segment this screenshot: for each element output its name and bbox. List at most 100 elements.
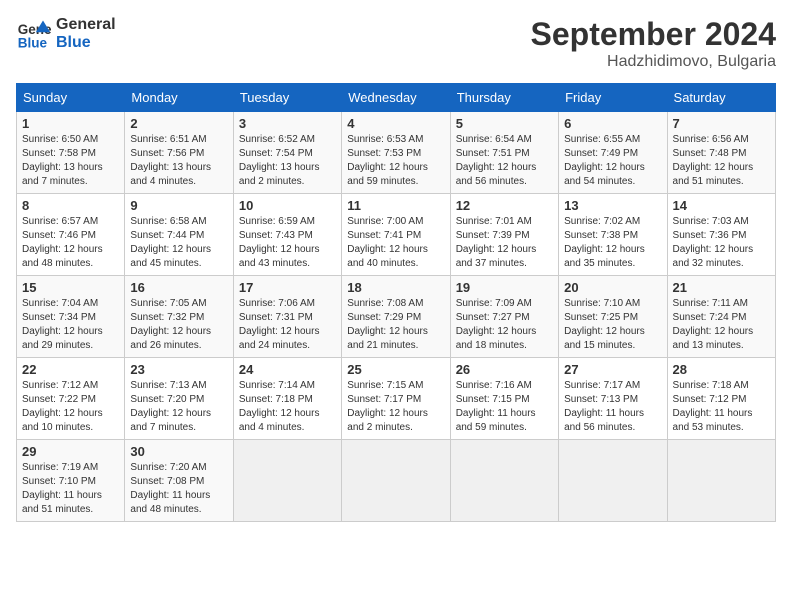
calendar-cell: 19 Sunrise: 7:09 AM Sunset: 7:27 PM Dayli…: [450, 276, 558, 358]
day-info: Sunrise: 7:06 AM Sunset: 7:31 PM Dayligh…: [239, 297, 336, 353]
day-number: 10: [239, 198, 336, 213]
day-number: 21: [673, 280, 770, 295]
day-info: Sunrise: 6:53 AM Sunset: 7:53 PM Dayligh…: [347, 133, 444, 189]
header-wednesday: Wednesday: [342, 84, 450, 112]
calendar-cell: 21 Sunrise: 7:11 AM Sunset: 7:24 PM Dayli…: [667, 276, 775, 358]
day-number: 9: [130, 198, 227, 213]
calendar-cell: 12 Sunrise: 7:01 AM Sunset: 7:39 PM Dayli…: [450, 194, 558, 276]
calendar-week-1: 1 Sunrise: 6:50 AM Sunset: 7:58 PM Daylig…: [17, 112, 776, 194]
header-saturday: Saturday: [667, 84, 775, 112]
calendar-cell: 5Sunrise: 6:54 AM Sunset: 7:51 PM Daylig…: [450, 112, 558, 194]
calendar-cell: 7Sunrise: 6:56 AM Sunset: 7:48 PM Daylig…: [667, 112, 775, 194]
header-sunday: Sunday: [17, 84, 125, 112]
logo-general: General: [56, 16, 116, 34]
day-info: Sunrise: 7:08 AM Sunset: 7:29 PM Dayligh…: [347, 297, 444, 353]
month-title: September 2024: [531, 16, 776, 53]
day-number: 13: [564, 198, 661, 213]
calendar-cell: 15Sunrise: 7:04 AM Sunset: 7:34 PM Dayli…: [17, 276, 125, 358]
day-number: 3: [239, 116, 336, 131]
day-info: Sunrise: 7:09 AM Sunset: 7:27 PM Dayligh…: [456, 297, 553, 353]
calendar-cell: 2 Sunrise: 6:51 AM Sunset: 7:56 PM Daylig…: [125, 112, 233, 194]
title-block: September 2024 Hadzhidimovo, Bulgaria: [531, 16, 776, 71]
calendar-cell: 24 Sunrise: 7:14 AM Sunset: 7:18 PM Dayli…: [233, 358, 341, 440]
day-info: Sunrise: 6:50 AM Sunset: 7:58 PM Dayligh…: [22, 133, 119, 189]
day-number: 18: [347, 280, 444, 295]
calendar-week-4: 22 Sunrise: 7:12 AM Sunset: 7:22 PM Dayli…: [17, 358, 776, 440]
day-info: Sunrise: 7:02 AM Sunset: 7:38 PM Dayligh…: [564, 215, 661, 271]
day-number: 22: [22, 362, 119, 377]
calendar-cell: 28 Sunrise: 7:18 AM Sunset: 7:12 PM Dayli…: [667, 358, 775, 440]
calendar-cell: 18 Sunrise: 7:08 AM Sunset: 7:29 PM Dayli…: [342, 276, 450, 358]
calendar-cell: [342, 440, 450, 522]
day-info: Sunrise: 7:05 AM Sunset: 7:32 PM Dayligh…: [130, 297, 227, 353]
calendar-cell: 4 Sunrise: 6:53 AM Sunset: 7:53 PM Daylig…: [342, 112, 450, 194]
page-header: General Blue General Blue September 2024…: [16, 16, 776, 71]
calendar-cell: [559, 440, 667, 522]
calendar-cell: 9 Sunrise: 6:58 AM Sunset: 7:44 PM Daylig…: [125, 194, 233, 276]
day-number: 17: [239, 280, 336, 295]
calendar-cell: 14Sunrise: 7:03 AM Sunset: 7:36 PM Dayli…: [667, 194, 775, 276]
calendar-cell: 10 Sunrise: 6:59 AM Sunset: 7:43 PM Dayli…: [233, 194, 341, 276]
day-info: Sunrise: 6:51 AM Sunset: 7:56 PM Dayligh…: [130, 133, 227, 189]
header-tuesday: Tuesday: [233, 84, 341, 112]
day-number: 16: [130, 280, 227, 295]
day-info: Sunrise: 7:15 AM Sunset: 7:17 PM Dayligh…: [347, 379, 444, 435]
logo: General Blue General Blue: [16, 16, 116, 52]
day-number: 1: [22, 116, 119, 131]
day-info: Sunrise: 6:56 AM Sunset: 7:48 PM Dayligh…: [673, 133, 770, 189]
calendar-cell: 27 Sunrise: 7:17 AM Sunset: 7:13 PM Dayli…: [559, 358, 667, 440]
logo-icon: General Blue: [16, 16, 52, 52]
day-info: Sunrise: 7:18 AM Sunset: 7:12 PM Dayligh…: [673, 379, 770, 435]
calendar-cell: 30Sunrise: 7:20 AM Sunset: 7:08 PM Dayli…: [125, 440, 233, 522]
day-number: 28: [673, 362, 770, 377]
calendar-cell: 13 Sunrise: 7:02 AM Sunset: 7:38 PM Dayli…: [559, 194, 667, 276]
calendar-cell: 29 Sunrise: 7:19 AM Sunset: 7:10 PM Dayli…: [17, 440, 125, 522]
svg-text:Blue: Blue: [18, 36, 48, 51]
day-info: Sunrise: 7:10 AM Sunset: 7:25 PM Dayligh…: [564, 297, 661, 353]
day-number: 12: [456, 198, 553, 213]
day-info: Sunrise: 7:01 AM Sunset: 7:39 PM Dayligh…: [456, 215, 553, 271]
calendar-week-3: 15Sunrise: 7:04 AM Sunset: 7:34 PM Dayli…: [17, 276, 776, 358]
calendar-cell: 6Sunrise: 6:55 AM Sunset: 7:49 PM Daylig…: [559, 112, 667, 194]
day-info: Sunrise: 7:14 AM Sunset: 7:18 PM Dayligh…: [239, 379, 336, 435]
day-number: 29: [22, 444, 119, 459]
calendar-cell: [450, 440, 558, 522]
day-number: 2: [130, 116, 227, 131]
day-number: 27: [564, 362, 661, 377]
calendar-cell: 26 Sunrise: 7:16 AM Sunset: 7:15 PM Dayli…: [450, 358, 558, 440]
day-info: Sunrise: 6:54 AM Sunset: 7:51 PM Dayligh…: [456, 133, 553, 189]
day-info: Sunrise: 6:52 AM Sunset: 7:54 PM Dayligh…: [239, 133, 336, 189]
calendar-cell: [667, 440, 775, 522]
day-info: Sunrise: 6:55 AM Sunset: 7:49 PM Dayligh…: [564, 133, 661, 189]
calendar-cell: 3 Sunrise: 6:52 AM Sunset: 7:54 PM Daylig…: [233, 112, 341, 194]
calendar-table: SundayMondayTuesdayWednesdayThursdayFrid…: [16, 83, 776, 522]
calendar-cell: 22 Sunrise: 7:12 AM Sunset: 7:22 PM Dayli…: [17, 358, 125, 440]
header-friday: Friday: [559, 84, 667, 112]
header-thursday: Thursday: [450, 84, 558, 112]
calendar-cell: 16 Sunrise: 7:05 AM Sunset: 7:32 PM Dayli…: [125, 276, 233, 358]
calendar-cell: 17 Sunrise: 7:06 AM Sunset: 7:31 PM Dayli…: [233, 276, 341, 358]
calendar-cell: 25 Sunrise: 7:15 AM Sunset: 7:17 PM Dayli…: [342, 358, 450, 440]
day-number: 24: [239, 362, 336, 377]
header-monday: Monday: [125, 84, 233, 112]
day-info: Sunrise: 7:17 AM Sunset: 7:13 PM Dayligh…: [564, 379, 661, 435]
logo-blue: Blue: [56, 34, 116, 52]
day-number: 25: [347, 362, 444, 377]
day-info: Sunrise: 7:12 AM Sunset: 7:22 PM Dayligh…: [22, 379, 119, 435]
calendar-header-row: SundayMondayTuesdayWednesdayThursdayFrid…: [17, 84, 776, 112]
calendar-cell: 8Sunrise: 6:57 AM Sunset: 7:46 PM Daylig…: [17, 194, 125, 276]
day-info: Sunrise: 6:58 AM Sunset: 7:44 PM Dayligh…: [130, 215, 227, 271]
day-number: 26: [456, 362, 553, 377]
location: Hadzhidimovo, Bulgaria: [531, 53, 776, 71]
day-info: Sunrise: 7:11 AM Sunset: 7:24 PM Dayligh…: [673, 297, 770, 353]
day-number: 23: [130, 362, 227, 377]
day-info: Sunrise: 7:16 AM Sunset: 7:15 PM Dayligh…: [456, 379, 553, 435]
calendar-cell: [233, 440, 341, 522]
day-info: Sunrise: 6:59 AM Sunset: 7:43 PM Dayligh…: [239, 215, 336, 271]
day-number: 19: [456, 280, 553, 295]
calendar-cell: 23Sunrise: 7:13 AM Sunset: 7:20 PM Dayli…: [125, 358, 233, 440]
day-info: Sunrise: 7:19 AM Sunset: 7:10 PM Dayligh…: [22, 461, 119, 517]
calendar-cell: 1 Sunrise: 6:50 AM Sunset: 7:58 PM Daylig…: [17, 112, 125, 194]
day-info: Sunrise: 7:00 AM Sunset: 7:41 PM Dayligh…: [347, 215, 444, 271]
day-number: 4: [347, 116, 444, 131]
